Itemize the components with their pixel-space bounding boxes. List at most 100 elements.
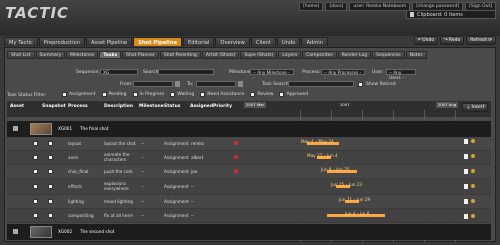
tab-admin[interactable]: Admin [301,37,328,46]
task-checkbox[interactable] [33,213,38,218]
task-checkbox[interactable] [33,169,38,174]
status-filter-in-progress[interactable]: In Progress [132,92,164,97]
task-select-checkbox[interactable] [48,199,53,204]
milestone-select[interactable]: -- Any Milestone -- [250,69,294,80]
show-retired-checkbox[interactable] [358,82,363,87]
refresh-button[interactable]: Refresh ⟳ [466,36,496,45]
redo-button[interactable]: ↷ Redo [440,36,465,45]
task-assigned[interactable]: joe [191,169,197,174]
shot-thumbnail[interactable] [30,123,52,135]
checkbox[interactable] [250,92,256,97]
task-assigned[interactable]: albert [191,155,203,160]
column-header-snapshot[interactable]: Snapshot [42,104,66,109]
user-select[interactable]: -- Any Users -- [386,69,416,80]
expand-icon[interactable] [13,126,18,131]
expand-icon[interactable] [13,229,18,234]
checkbox[interactable] [279,92,285,97]
process-select[interactable]: -- Any Processes -- [321,69,365,80]
column-header-process[interactable]: Process [68,104,88,109]
tab-preproduction[interactable]: Preproduction [38,37,85,46]
note-icon[interactable] [464,139,468,144]
calendar-icon[interactable] [238,81,243,87]
column-header-asset[interactable]: Asset [10,104,24,109]
task-select-checkbox[interactable] [48,169,53,174]
status-filter-assignment[interactable]: Assignment [62,92,96,97]
clipboard-panel[interactable]: Clipboard: 0 items [406,10,496,19]
task-checkbox[interactable] [33,184,38,189]
settings-icon[interactable] [471,169,475,173]
note-icon[interactable] [464,169,468,174]
task-checkbox[interactable] [33,155,38,160]
task-assigned[interactable]: remko [191,141,204,146]
shot-thumbnail[interactable] [30,226,52,238]
tab-asset-pipeline[interactable]: Asset Pipeline [85,37,133,46]
task-status[interactable]: Assignment [164,155,189,160]
column-header-priority[interactable]: Priority [213,104,232,109]
task-status[interactable]: Assignment [164,184,189,189]
note-icon[interactable] [464,154,468,159]
subtab-artist-shots[interactable]: Artist (Shots) [201,51,240,59]
task-row[interactable] [7,151,491,165]
tab-client[interactable]: Client [250,37,276,46]
search-input[interactable] [158,69,214,75]
priority-flag-icon[interactable] [234,155,238,159]
settings-icon[interactable] [471,214,475,218]
column-header-description[interactable]: Description [104,104,133,109]
subtab-tasks[interactable]: Tasks [99,51,122,59]
column-header-status[interactable]: Status [164,104,180,109]
home-link[interactable]: [home] [299,2,324,11]
task-search-input[interactable] [288,81,354,87]
task-status[interactable]: Assignment [164,169,189,174]
subtab-shot-planner[interactable]: Shot Planner [122,51,159,59]
subtab-layers[interactable]: Layers [278,51,302,59]
tab-editorial[interactable]: Editorial [182,37,215,46]
task-status[interactable]: Assignment [164,141,189,146]
status-filter-need-assistance[interactable]: Need Assistance [200,92,244,97]
docs-link[interactable]: [docs] [325,2,348,11]
task-checkbox[interactable] [33,141,38,146]
task-status[interactable]: Assignment [164,199,189,204]
settings-icon[interactable] [471,199,475,203]
subtab-notes[interactable]: Notes [405,51,427,59]
note-icon[interactable] [464,199,468,204]
priority-flag-icon[interactable] [234,141,238,145]
column-header-milestone[interactable]: Milestone [139,104,164,109]
checkbox[interactable] [62,92,67,97]
column-header-assigned[interactable]: Assigned [190,104,213,109]
checkbox[interactable] [200,92,206,97]
task-select-checkbox[interactable] [48,184,53,189]
subtab-milestones[interactable]: Milestones [66,51,99,59]
status-filter-pending[interactable]: Pending [101,92,127,97]
task-select-checkbox[interactable] [48,155,53,160]
task-assigned[interactable]: -- [191,184,194,189]
settings-icon[interactable] [471,139,475,143]
subtab-shot-parenting[interactable]: Shot Parenting [159,51,201,59]
subtab-render-log[interactable]: Render Log [337,51,372,59]
undo-button[interactable]: ↶ Undo [413,36,439,45]
subtab-sequences[interactable]: Sequences [372,51,405,59]
task-status[interactable]: Assignment [164,213,189,218]
tab-overview[interactable]: Overview [215,37,250,46]
checkbox[interactable] [132,92,138,97]
calendar-icon[interactable] [175,81,180,87]
note-icon[interactable] [464,184,468,189]
from-date-input[interactable] [133,81,173,87]
task-assigned[interactable]: -- [191,213,194,218]
task-assigned[interactable]: -- [191,199,194,204]
to-date-input[interactable] [196,81,236,87]
checkbox[interactable] [170,92,176,97]
settings-icon[interactable] [471,154,475,158]
task-select-checkbox[interactable] [48,213,53,218]
checkbox[interactable] [101,92,107,97]
status-filter-review[interactable]: Review [250,92,273,97]
sequence-select[interactable]: XG [100,69,138,75]
task-select-checkbox[interactable] [48,141,53,146]
status-filter-waiting[interactable]: Waiting [170,92,194,97]
tab-undo[interactable]: Undo [276,37,301,46]
subtab-supe-shots[interactable]: Supe (Shots) [240,51,278,59]
priority-flag-icon[interactable] [234,169,238,173]
status-filter-approved[interactable]: Approved [279,92,308,97]
tab-my-tactic[interactable]: My Tactic [4,37,38,46]
note-icon[interactable] [464,214,468,219]
subtab-summary[interactable]: Summary [35,51,66,59]
